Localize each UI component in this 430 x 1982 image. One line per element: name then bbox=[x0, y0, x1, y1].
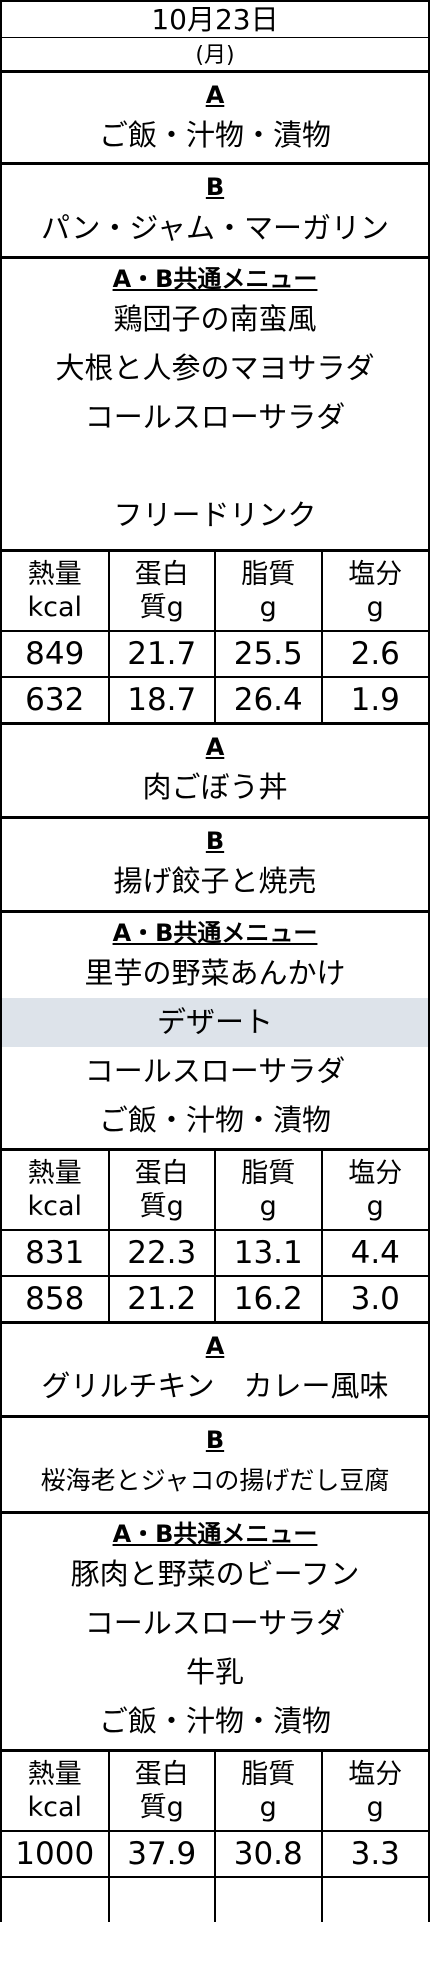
common-item: 豚肉と野菜のビーフン bbox=[70, 1557, 360, 1591]
meal-a-text: ご飯・汁物・漬物 bbox=[98, 118, 331, 152]
common-menu-label: A・B共通メニュー bbox=[112, 1520, 318, 1548]
common-item: 里芋の野菜あんかけ bbox=[84, 956, 346, 990]
energy-value: 849 bbox=[2, 631, 110, 678]
salt-value: 1.9 bbox=[350, 682, 400, 718]
fat-value: 30.8 bbox=[215, 1831, 323, 1878]
date-label: 10月23日 bbox=[2, 2, 428, 38]
nutrition-table: 熱量 kcal 蛋白 質g 脂質 g 塩分 g 849 21.7 25.5 2.6 63… bbox=[2, 552, 428, 725]
protein-value: 37.9 bbox=[108, 1831, 216, 1878]
meal-b-label: B bbox=[205, 173, 225, 201]
meal-b-section: B 桜海老とジャコの揚げだし豆腐 bbox=[2, 1418, 428, 1514]
nutrition-table: 熱量 kcal 蛋白 質g 脂質 g 塩分 g 831 22.3 13.1 4.4 85… bbox=[2, 1151, 428, 1324]
dessert-item: デザート bbox=[2, 998, 428, 1047]
nutrition-table: 熱量 kcal 蛋白 質g 脂質 g 塩分 g 1000 37.9 30.8 3.3 bbox=[2, 1752, 428, 1922]
meal-b-label: B bbox=[205, 1426, 225, 1454]
protein-value: 21.7 bbox=[108, 631, 216, 678]
common-item: ご飯・汁物・漬物 bbox=[98, 1103, 331, 1137]
protein-header: 蛋白 質g bbox=[108, 1151, 216, 1231]
common-item: 大根と人参のマヨサラダ bbox=[55, 351, 375, 385]
meal-a-section: A ご飯・汁物・漬物 bbox=[2, 73, 428, 165]
common-menu-section: A・B共通メニュー 豚肉と野菜のビーフン コールスローサラダ 牛乳 ご飯・汁物・… bbox=[2, 1514, 428, 1752]
menu-card: 10月23日 (月) A ご飯・汁物・漬物 B パン・ジャム・マーガリン A・B… bbox=[0, 0, 430, 1922]
nutrition-row: 858 21.2 16.2 3.0 bbox=[2, 1276, 428, 1321]
meal-b-label: B bbox=[205, 827, 225, 855]
salt-value: 3.3 bbox=[321, 1831, 428, 1878]
nutrition-row: 849 21.7 25.5 2.6 bbox=[2, 631, 428, 678]
fat-value: 25.5 bbox=[215, 631, 323, 678]
common-item: コールスローサラダ bbox=[84, 1054, 346, 1088]
common-item: ご飯・汁物・漬物 bbox=[98, 1704, 331, 1738]
common-item: フリードリンク bbox=[113, 498, 317, 532]
fat-header: 脂質 g bbox=[215, 1151, 323, 1231]
salt-header: 塩分 g bbox=[321, 1752, 428, 1832]
nutrition-row-cut bbox=[2, 1877, 428, 1922]
energy-value: 1000 bbox=[2, 1831, 110, 1878]
common-menu-section: A・B共通メニュー 里芋の野菜あんかけ デザート コールスローサラダ ご飯・汁物… bbox=[2, 913, 428, 1151]
protein-value: 21.2 bbox=[108, 1276, 216, 1321]
meal-a-text: 肉ごぼう丼 bbox=[142, 770, 288, 804]
nutrition-row: 831 22.3 13.1 4.4 bbox=[2, 1230, 428, 1277]
salt-header: 塩分 g bbox=[321, 1151, 428, 1231]
energy-value: 858 bbox=[2, 1276, 110, 1321]
meal-a-label: A bbox=[205, 733, 225, 761]
fat-header: 脂質 g bbox=[215, 552, 323, 632]
meal-b-text: 桜海老とジャコの揚げだし豆腐 bbox=[40, 1466, 390, 1495]
meal-a-label: A bbox=[205, 1332, 225, 1360]
meal-b-section: B パン・ジャム・マーガリン bbox=[2, 165, 428, 259]
meal-b-text: パン・ジャム・マーガリン bbox=[40, 211, 389, 245]
meal-a-text: グリルチキン カレー風味 bbox=[41, 1369, 389, 1403]
common-item: コールスローサラダ bbox=[84, 1606, 346, 1640]
protein-value: 18.7 bbox=[108, 677, 216, 722]
salt-value: 4.4 bbox=[321, 1230, 428, 1277]
common-item: 牛乳 bbox=[185, 1655, 244, 1689]
common-item: 鶏団子の南蛮風 bbox=[113, 302, 317, 336]
salt-value: 3.0 bbox=[350, 1281, 400, 1317]
meal-a-section: A グリルチキン カレー風味 bbox=[2, 1324, 428, 1418]
fat-value: 16.2 bbox=[215, 1276, 323, 1321]
protein-value: 22.3 bbox=[108, 1230, 216, 1277]
common-item: コールスローサラダ bbox=[84, 400, 346, 434]
fat-value: 13.1 bbox=[215, 1230, 323, 1277]
protein-header: 蛋白 質g bbox=[108, 552, 216, 632]
weekday-label: (月) bbox=[2, 38, 428, 73]
common-menu-label: A・B共通メニュー bbox=[112, 919, 318, 947]
protein-header: 蛋白 質g bbox=[108, 1752, 216, 1832]
salt-header: 塩分 g bbox=[321, 552, 428, 632]
meal-a-section: A 肉ごぼう丼 bbox=[2, 725, 428, 819]
energy-header: 熱量 kcal bbox=[2, 1151, 110, 1231]
energy-value: 632 bbox=[2, 677, 110, 722]
energy-header: 熱量 kcal bbox=[2, 552, 110, 632]
meal-b-section: B 揚げ餃子と焼売 bbox=[2, 819, 428, 913]
energy-header: 熱量 kcal bbox=[2, 1752, 110, 1832]
salt-value: 2.6 bbox=[321, 631, 428, 678]
nutrition-row: 1000 37.9 30.8 3.3 bbox=[2, 1831, 428, 1878]
common-menu-section: A・B共通メニュー 鶏団子の南蛮風 大根と人参のマヨサラダ コールスローサラダ … bbox=[2, 259, 428, 552]
fat-value: 26.4 bbox=[215, 677, 323, 722]
fat-header: 脂質 g bbox=[215, 1752, 323, 1832]
common-menu-label: A・B共通メニュー bbox=[112, 265, 318, 293]
meal-a-label: A bbox=[205, 81, 225, 109]
meal-b-text: 揚げ餃子と焼売 bbox=[113, 864, 317, 898]
common-item bbox=[2, 442, 428, 491]
energy-value: 831 bbox=[2, 1230, 110, 1277]
nutrition-row: 632 18.7 26.4 1.9 bbox=[2, 677, 428, 722]
